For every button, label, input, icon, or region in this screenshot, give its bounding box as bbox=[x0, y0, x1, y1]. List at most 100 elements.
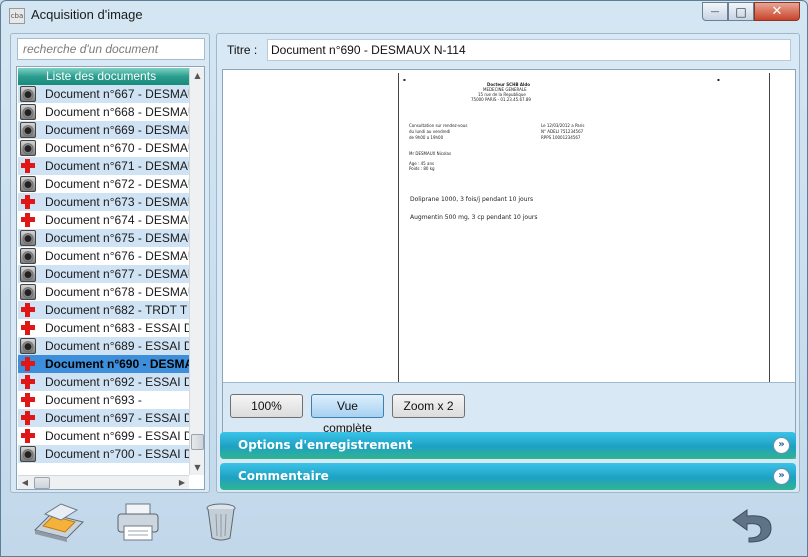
chevron-down-icon[interactable]: » bbox=[773, 437, 790, 454]
list-item[interactable]: Document n°699 - ESSAI D bbox=[18, 427, 189, 445]
list-item[interactable]: Document n°677 - DESMAUX N bbox=[18, 265, 189, 283]
main-window: cba Acquisition d'image — □ ✕ recherche … bbox=[0, 0, 808, 557]
list-item[interactable]: Document n°668 - DESMAUX N bbox=[18, 103, 189, 121]
list-item[interactable]: Document n°670 - DESMAUX N bbox=[18, 139, 189, 157]
app-icon: cba bbox=[9, 8, 25, 24]
document-rows: Document n°667 - DESMAUX N Document n°668… bbox=[18, 85, 189, 475]
list-item-label: Document n°693 - bbox=[45, 393, 142, 407]
printer-button[interactable] bbox=[114, 500, 162, 544]
list-item-label: Document n°669 - DESMAUX N bbox=[45, 123, 189, 137]
list-item[interactable]: Document n°690 - DESMAUX N bbox=[18, 355, 189, 373]
list-item[interactable]: Document n°689 - ESSAI D-12 bbox=[18, 337, 189, 355]
list-item[interactable]: Document n°692 - ESSAI D-12 bbox=[18, 373, 189, 391]
list-item-label: Document n°690 - DESMAUX N bbox=[45, 357, 189, 371]
red-cross-icon bbox=[20, 356, 36, 372]
page-mark: ▪ bbox=[403, 77, 406, 82]
preview-left-line: de 9h00 a 19h00 bbox=[409, 135, 444, 140]
minimize-button[interactable]: — bbox=[702, 2, 728, 21]
preview-left-line: Consultation sur rendez-vous bbox=[409, 123, 468, 128]
list-item-label: Document n°682 - TRDT T bbox=[45, 303, 188, 317]
hscroll-thumb[interactable] bbox=[34, 477, 50, 489]
list-item-label: Document n°673 - DESMAUX N bbox=[45, 195, 189, 209]
red-cross-icon bbox=[20, 320, 36, 336]
list-item[interactable]: Document n°667 - DESMAUX N bbox=[18, 85, 189, 103]
camera-icon bbox=[20, 122, 36, 138]
page-mark: ▪ bbox=[717, 77, 720, 82]
maximize-button[interactable]: □ bbox=[728, 2, 754, 21]
title-bar[interactable]: cba Acquisition d'image — □ ✕ bbox=[1, 1, 807, 31]
close-button[interactable]: ✕ bbox=[754, 2, 800, 21]
list-item[interactable]: Document n°669 - DESMAUX N bbox=[18, 121, 189, 139]
list-item-label: Document n°699 - ESSAI D bbox=[45, 429, 189, 443]
list-item-label: Document n°675 - DESMAUX N bbox=[45, 231, 189, 245]
list-item-label: Document n°678 - DESMAUX N bbox=[45, 285, 189, 299]
list-item-label: Document n°689 - ESSAI D-12 bbox=[45, 339, 189, 353]
title-input[interactable]: Document n°690 - DESMAUX N-114 bbox=[267, 39, 791, 61]
list-item[interactable]: Document n°675 - DESMAUX N bbox=[18, 229, 189, 247]
list-item[interactable]: Document n°676 - DESMAUX N bbox=[18, 247, 189, 265]
preview-right-line: Le 12/03/2012 a Paris bbox=[541, 123, 585, 128]
comment-accordion-label: Commentaire bbox=[238, 469, 329, 483]
list-item[interactable]: Document n°700 - ESSAI D-13 bbox=[18, 445, 189, 463]
list-item-label: Document n°683 - ESSAI D bbox=[45, 321, 189, 335]
list-item-label: Document n°671 - DESMAUX N bbox=[45, 159, 189, 173]
zoom-100-button[interactable]: 100% bbox=[230, 394, 303, 418]
close-icon: ✕ bbox=[771, 4, 783, 19]
full-view-button[interactable]: Vue complète bbox=[311, 394, 384, 435]
preview-right-line: N° ADELI 751234567 bbox=[541, 129, 584, 134]
list-item[interactable]: Document n°672 - DESMAUX N bbox=[18, 175, 189, 193]
back-button[interactable] bbox=[727, 500, 777, 544]
list-item[interactable]: Document n°682 - TRDT T bbox=[18, 301, 189, 319]
list-item-label: Document n°692 - ESSAI D-12 bbox=[45, 375, 189, 389]
scroll-up-icon[interactable]: ▲ bbox=[190, 68, 205, 83]
list-item[interactable]: Document n°673 - DESMAUX N bbox=[18, 193, 189, 211]
red-cross-icon bbox=[20, 302, 36, 318]
list-item[interactable]: Document n°693 - bbox=[18, 391, 189, 409]
scroll-down-icon[interactable]: ▼ bbox=[190, 460, 205, 475]
preview-patient-line: Poids : 80 kg bbox=[409, 166, 435, 171]
vertical-scrollbar[interactable]: ▲ ▼ bbox=[189, 68, 204, 475]
preview-patient-line: Mr DESMAUX Nicolas bbox=[409, 151, 452, 156]
options-accordion[interactable]: Options d'enregistrement » bbox=[220, 432, 796, 459]
title-label: Titre : bbox=[227, 43, 258, 57]
list-item[interactable]: Document n°678 - DESMAUX N bbox=[18, 283, 189, 301]
preview-panel: Titre : Document n°690 - DESMAUX N-114 ▪… bbox=[216, 33, 800, 493]
list-item[interactable]: Document n°671 - DESMAUX N bbox=[18, 157, 189, 175]
list-header: Liste des documents bbox=[18, 68, 189, 85]
preview-right-line: RPPS 10001234567 bbox=[541, 135, 581, 140]
zoom-x2-button[interactable]: Zoom x 2 bbox=[392, 394, 465, 418]
scanner-icon bbox=[34, 503, 84, 542]
chevron-down-icon[interactable]: » bbox=[773, 468, 790, 485]
comment-accordion[interactable]: Commentaire » bbox=[220, 463, 796, 490]
camera-icon bbox=[20, 446, 36, 462]
minimize-icon: — bbox=[710, 6, 720, 17]
scroll-left-icon[interactable]: ◀ bbox=[18, 476, 32, 490]
document-preview-page: ▪ ▪ Docteur SCHB Aldo MEDECINE GENERALE … bbox=[398, 73, 770, 383]
list-item[interactable]: Document n°697 - ESSAI D bbox=[18, 409, 189, 427]
scroll-right-icon[interactable]: ▶ bbox=[175, 476, 189, 490]
list-item[interactable]: Document n°674 - DESMAUX N bbox=[18, 211, 189, 229]
camera-icon bbox=[20, 266, 36, 282]
preview-rx-line: Augmentin 500 mg, 3 cp pendant 10 jours bbox=[410, 214, 538, 221]
list-item[interactable]: Document n°683 - ESSAI D bbox=[18, 319, 189, 337]
red-cross-icon bbox=[20, 428, 36, 444]
camera-icon bbox=[20, 140, 36, 156]
preview-header-line: 75000 PARIS - 01.23.45.67.89 bbox=[471, 97, 531, 102]
list-item-label: Document n°676 - DESMAUX N bbox=[45, 249, 189, 263]
red-cross-icon bbox=[20, 194, 36, 210]
delete-button[interactable] bbox=[201, 500, 241, 544]
horizontal-scrollbar[interactable]: ◀ ▶ bbox=[18, 475, 189, 489]
printer-icon bbox=[117, 503, 159, 541]
scanner-button[interactable] bbox=[31, 500, 85, 544]
document-viewer[interactable]: ▪ ▪ Docteur SCHB Aldo MEDECINE GENERALE … bbox=[222, 69, 796, 459]
list-item-label: Document n°677 - DESMAUX N bbox=[45, 267, 189, 281]
list-item-label: Document n°700 - ESSAI D-13 bbox=[45, 447, 189, 461]
list-item-label: Document n°668 - DESMAUX N bbox=[45, 105, 189, 119]
red-cross-icon bbox=[20, 392, 36, 408]
options-accordion-label: Options d'enregistrement bbox=[238, 438, 413, 452]
camera-icon bbox=[20, 230, 36, 246]
document-list: Liste des documents Document n°667 - DES… bbox=[16, 66, 205, 490]
red-cross-icon bbox=[20, 212, 36, 228]
search-input[interactable]: recherche d'un document bbox=[17, 38, 205, 60]
scroll-thumb[interactable] bbox=[191, 434, 204, 450]
